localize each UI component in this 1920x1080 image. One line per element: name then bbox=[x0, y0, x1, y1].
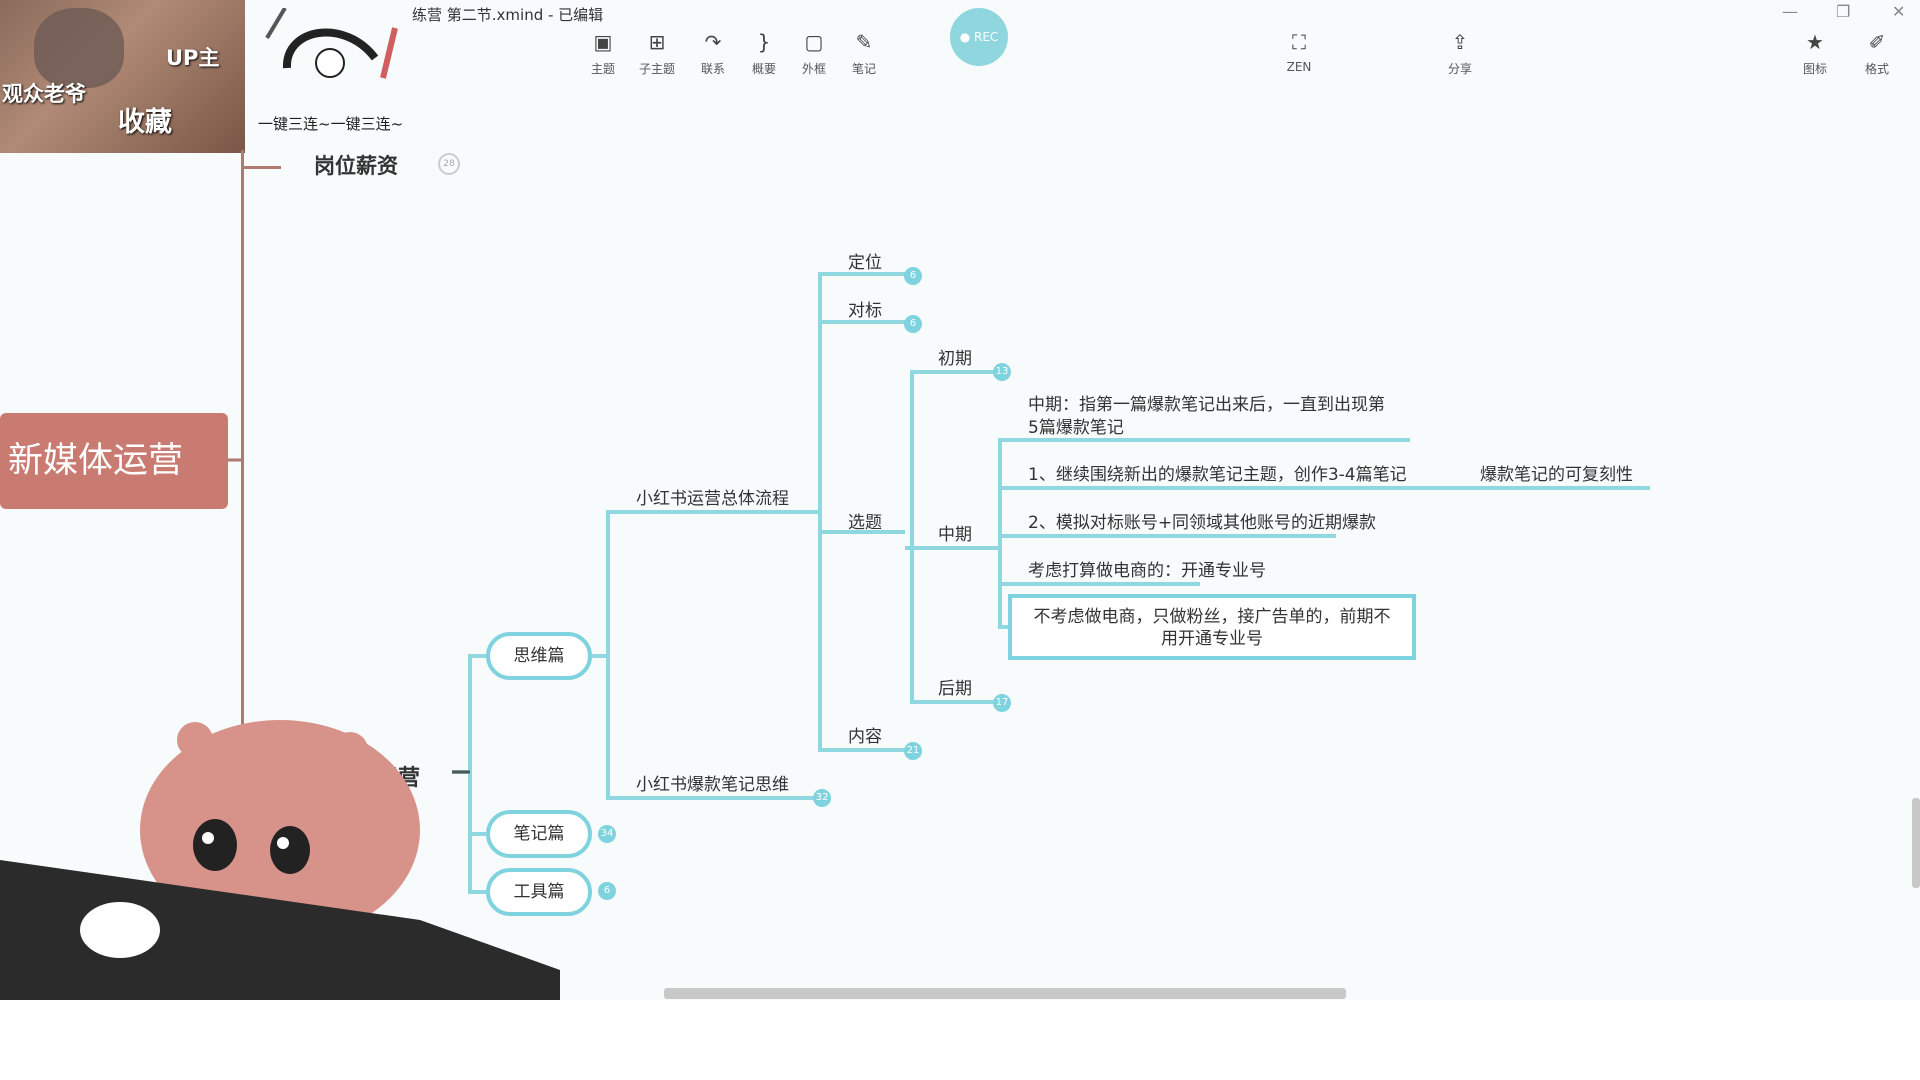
zen-fullscreen-icon: ⛶ bbox=[1292, 30, 1306, 54]
horizontal-scrollbar[interactable] bbox=[664, 988, 1346, 999]
share-upload-icon: ⇪ bbox=[1451, 30, 1469, 54]
node-hot-note-thinking[interactable]: 小红书爆款笔记思维 bbox=[636, 770, 789, 795]
toolbar-relation-button[interactable]: ↷ 联系 bbox=[690, 30, 736, 77]
window-title: 练营 第二节.xmind - 已编辑 bbox=[412, 6, 604, 24]
overlay-viewer-text: 观众老爷 bbox=[2, 82, 86, 106]
toolbar-format-button[interactable]: ✐ 格式 bbox=[1854, 30, 1900, 77]
toolbar-zen-button[interactable]: ⛶ ZEN bbox=[1276, 30, 1322, 74]
outline-node-salary[interactable]: 岗位薪资 bbox=[314, 150, 398, 180]
late-collapse-badge[interactable]: 17 bbox=[993, 694, 1011, 712]
benchmark-collapse-badge[interactable]: 6 bbox=[904, 315, 922, 333]
anime-mascot-image bbox=[0, 720, 560, 1000]
node-topic-selection[interactable]: 选题 bbox=[848, 508, 882, 533]
node-mid-stage[interactable]: 中期 bbox=[938, 520, 972, 545]
mid-description-line2[interactable]: 5篇爆款笔记 bbox=[1028, 413, 1124, 438]
format-brush-icon: ✐ bbox=[1868, 30, 1886, 54]
toolbar-share-button[interactable]: ⇪ 分享 bbox=[1437, 30, 1483, 77]
node-item1[interactable]: 1、继续围绕新出的爆款笔记主题，创作3-4篇笔记 bbox=[1028, 460, 1407, 485]
topic-icon: ▣ bbox=[593, 30, 613, 54]
early-collapse-badge[interactable]: 13 bbox=[993, 363, 1011, 381]
notes-collapse-badge[interactable]: 34 bbox=[598, 825, 616, 843]
node-item2[interactable]: 2、模拟对标账号+同领域其他账号的近期爆款 bbox=[1028, 508, 1376, 533]
content-collapse-badge[interactable]: 21 bbox=[904, 742, 922, 760]
toolbar-note-button[interactable]: ✎ 笔记 bbox=[841, 30, 887, 77]
minimize-button[interactable]: — bbox=[1782, 2, 1798, 21]
positioning-collapse-badge[interactable]: 6 bbox=[904, 267, 922, 285]
overlay-collect-text: 收藏 bbox=[118, 107, 172, 138]
star-icon: ★ bbox=[1806, 30, 1824, 54]
overlay-slogan-text: 一键三连~一键三连~ bbox=[258, 115, 404, 133]
node-content[interactable]: 内容 bbox=[848, 722, 882, 747]
outline-connector-branch bbox=[241, 166, 281, 169]
toolbar-boundary-button[interactable]: ▢ 外框 bbox=[791, 30, 837, 77]
salary-collapse-badge[interactable]: 28 bbox=[438, 153, 460, 175]
cartoon-face-logo bbox=[265, 8, 398, 79]
node-positioning[interactable]: 定位 bbox=[848, 248, 882, 273]
node-thinking[interactable]: 思维篇 bbox=[486, 632, 592, 680]
mid-description-line1[interactable]: 中期：指第一篇爆款笔记出来后，一直到出现第 bbox=[1028, 390, 1385, 415]
toolbar-icon-panel-button[interactable]: ★ 图标 bbox=[1792, 30, 1838, 77]
bottom-blank-area bbox=[0, 1000, 1920, 1080]
tools-collapse-badge[interactable]: 6 bbox=[598, 882, 616, 900]
boundary-icon: ▢ bbox=[804, 30, 824, 54]
subtopic-icon: ⊞ bbox=[648, 30, 666, 54]
node-late-stage[interactable]: 后期 bbox=[938, 674, 972, 699]
hot-collapse-badge[interactable]: 32 bbox=[813, 789, 831, 807]
node-early-stage[interactable]: 初期 bbox=[938, 344, 972, 369]
item4-line2: 用开通专业号 bbox=[1161, 629, 1263, 649]
node-benchmark[interactable]: 对标 bbox=[848, 296, 882, 321]
node-overall-flow[interactable]: 小红书运营总体流程 bbox=[636, 484, 789, 509]
recording-indicator: ● REC bbox=[950, 8, 1008, 66]
item4-line1: 不考虑做电商，只做粉丝，接广告单的，前期不 bbox=[1033, 607, 1391, 627]
restore-button[interactable]: ❐ bbox=[1836, 2, 1850, 21]
summary-brace-icon: } bbox=[757, 30, 771, 54]
node-item4-selected[interactable]: 不考虑做电商，只做粉丝，接广告单的，前期不 用开通专业号 bbox=[1008, 594, 1416, 660]
note-pen-icon: ✎ bbox=[855, 30, 873, 54]
close-button[interactable]: ✕ bbox=[1892, 2, 1905, 21]
streamer-overlay-image: UP主 观众老爷 收藏 bbox=[0, 0, 245, 153]
toolbar-subtopic-button[interactable]: ⊞ 子主题 bbox=[634, 30, 680, 77]
node-item1-tag[interactable]: 爆款笔记的可复刻性 bbox=[1480, 460, 1633, 485]
central-topic-newmedia[interactable]: 新媒体运营 bbox=[0, 413, 228, 509]
relation-icon: ↷ bbox=[704, 30, 722, 54]
vertical-scrollbar[interactable] bbox=[1912, 798, 1920, 888]
toolbar-summary-button[interactable]: } 概要 bbox=[741, 30, 787, 77]
node-item3[interactable]: 考虑打算做电商的：开通专业号 bbox=[1028, 556, 1266, 581]
toolbar-topic-button[interactable]: ▣ 主题 bbox=[580, 30, 626, 77]
overlay-up-text: UP主 bbox=[166, 46, 220, 70]
cartoon-cat-image bbox=[34, 8, 124, 88]
